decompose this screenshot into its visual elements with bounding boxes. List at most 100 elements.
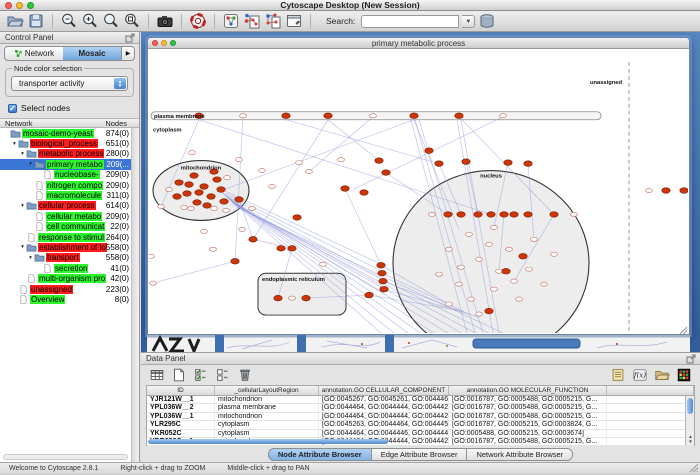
table-cell[interactable] xyxy=(607,421,694,428)
formula-builder-icon[interactable] xyxy=(610,367,626,383)
tab-network-attribute-browser[interactable]: Network Attribute Browser xyxy=(467,448,573,461)
table-cell[interactable]: mitochondrion xyxy=(215,396,319,403)
network-node[interactable] xyxy=(296,161,303,165)
table-cell[interactable]: plasma membrane xyxy=(215,404,319,411)
network-node[interactable] xyxy=(189,151,196,155)
table-row[interactable]: YLR295Ccytoplasm[GO:0045263, GO:0044464,… xyxy=(147,421,694,429)
network-node-selected[interactable] xyxy=(377,262,385,268)
scrollbar-arrows-icon[interactable]: ▲▼ xyxy=(686,434,695,444)
network-node-selected[interactable] xyxy=(217,187,225,193)
tree-row[interactable]: macromolecule311(0) xyxy=(0,190,139,200)
tree-row[interactable]: ▾metabolic process280(0) xyxy=(0,149,139,159)
network-node-selected[interactable] xyxy=(524,161,532,167)
network-node-selected[interactable] xyxy=(457,212,465,218)
network-node-selected[interactable] xyxy=(500,212,508,218)
network-node[interactable] xyxy=(466,232,473,236)
delete-attribute-icon[interactable] xyxy=(237,367,253,383)
network-node[interactable] xyxy=(516,297,523,301)
network-node-selected[interactable] xyxy=(487,212,495,218)
table-cell[interactable]: YPL036W__1 xyxy=(147,413,215,420)
tree-row[interactable]: secretion41(0) xyxy=(0,263,139,273)
zoom-button-icon[interactable] xyxy=(27,2,34,9)
table-cell[interactable] xyxy=(607,438,694,445)
network-node-selected[interactable] xyxy=(550,212,558,218)
select-nodes-checkbox[interactable]: ✓ xyxy=(8,104,17,113)
network-node-selected[interactable] xyxy=(375,158,383,164)
tab-mosaic[interactable]: Mosaic xyxy=(63,47,121,60)
zoom-fit-icon[interactable] xyxy=(102,12,120,30)
tree-row[interactable]: mosaic-demo-yeast874(0) xyxy=(0,128,139,138)
network-node-selected[interactable] xyxy=(190,173,198,179)
tree-col-nodes[interactable]: Nodes xyxy=(105,119,127,127)
network-node[interactable] xyxy=(370,114,377,118)
table-cell[interactable]: [GO:0016787, GO:0005488, GO:0005215, G..… xyxy=(449,396,607,403)
network-view-window[interactable]: primary metabolic process plasma membran… xyxy=(147,37,690,335)
network-node-selected[interactable] xyxy=(462,159,470,165)
table-cell[interactable]: [GO:0016787, GO:0005215, GO:0003824, G..… xyxy=(449,421,607,428)
network-node-selected[interactable] xyxy=(662,188,670,194)
network-node-selected[interactable] xyxy=(220,199,228,205)
network-node-selected[interactable] xyxy=(380,286,388,292)
table-column-header[interactable]: _cellularLayoutRegion xyxy=(215,386,319,395)
network-node-selected[interactable] xyxy=(365,292,373,298)
table-cell[interactable]: [GO:0005488, GO:0005215, GO:0003674] xyxy=(449,430,607,437)
network-node-selected[interactable] xyxy=(231,258,239,264)
network-node[interactable] xyxy=(149,254,154,258)
tree-row[interactable]: nucleobase-209(0) xyxy=(0,170,139,180)
network-node[interactable] xyxy=(236,158,243,162)
network-node[interactable] xyxy=(429,212,436,216)
table-cell[interactable]: [GO:0045267, GO:0045261, GO:0044464, G..… xyxy=(319,396,449,403)
tree-horizontal-scrollbar[interactable] xyxy=(3,454,128,460)
network-node[interactable] xyxy=(476,257,483,261)
float-panel-icon[interactable] xyxy=(125,33,135,43)
network-node[interactable] xyxy=(436,272,443,276)
network-node[interactable] xyxy=(571,212,578,216)
network-node-selected[interactable] xyxy=(360,190,368,196)
network-node[interactable] xyxy=(458,265,465,269)
new-attribute-icon[interactable] xyxy=(171,367,187,383)
network-node-selected[interactable] xyxy=(455,113,463,119)
scrollbar-thumb[interactable] xyxy=(687,398,693,414)
vizmap-icon[interactable] xyxy=(243,12,261,30)
unselect-attributes-icon[interactable] xyxy=(215,367,231,383)
expand-arrow-icon[interactable]: ▾ xyxy=(19,151,26,157)
zoom-out-icon[interactable] xyxy=(60,12,78,30)
network-node[interactable] xyxy=(289,296,296,300)
network-node-selected[interactable] xyxy=(200,184,208,190)
matrix-icon[interactable] xyxy=(676,367,692,383)
tree-row[interactable]: nitrogen compo209(0) xyxy=(0,180,139,190)
zoom-region-icon[interactable] xyxy=(123,12,141,30)
table-cell[interactable]: YLR295C xyxy=(147,421,215,428)
background-windows-strip[interactable] xyxy=(147,335,690,352)
network-node-selected[interactable] xyxy=(410,113,418,119)
tree-row[interactable]: cellular metabo209(0) xyxy=(0,211,139,221)
table-row[interactable]: YPL036W__1mitochondrion[GO:0044464, GO:0… xyxy=(147,413,694,421)
table-column-header[interactable]: annotation.GO MOLECULAR_FUNCTION xyxy=(449,386,607,395)
network-node-selected[interactable] xyxy=(341,186,349,192)
network-node-selected[interactable] xyxy=(195,190,203,196)
network-node-selected[interactable] xyxy=(207,194,215,200)
network-node[interactable] xyxy=(320,262,327,266)
search-dropdown-icon[interactable]: ▼ xyxy=(462,15,475,28)
network-node-selected[interactable] xyxy=(173,194,181,200)
table-cell[interactable] xyxy=(607,396,694,403)
network-canvas[interactable]: plasma membranecytoplasmmitochondrionnuc… xyxy=(149,50,688,333)
network-node[interactable] xyxy=(240,114,247,118)
select-attributes-icon[interactable] xyxy=(193,367,209,383)
network-node[interactable] xyxy=(446,247,453,251)
window-minimize-icon[interactable] xyxy=(161,40,167,46)
tab-node-attribute-browser[interactable]: Node Attribute Browser xyxy=(268,448,372,461)
network-node-selected[interactable] xyxy=(288,246,296,252)
network-node[interactable] xyxy=(496,269,503,273)
network-node-selected[interactable] xyxy=(379,278,387,284)
network-node-selected[interactable] xyxy=(524,212,532,218)
tree-row[interactable]: ▾establishment of lo558(0) xyxy=(0,242,139,252)
table-row[interactable]: YPL036W__2plasma membrane[GO:0044464, GO… xyxy=(147,404,694,412)
network-node[interactable] xyxy=(541,282,548,286)
help-icon[interactable] xyxy=(189,12,207,30)
table-cell[interactable] xyxy=(607,430,694,437)
app-resize-grip[interactable] xyxy=(689,463,699,473)
table-cell[interactable]: [GO:0044464, GO:0044444, GO:0044425, G..… xyxy=(319,404,449,411)
network-node-selected[interactable] xyxy=(502,268,510,274)
network-node[interactable] xyxy=(468,297,475,301)
